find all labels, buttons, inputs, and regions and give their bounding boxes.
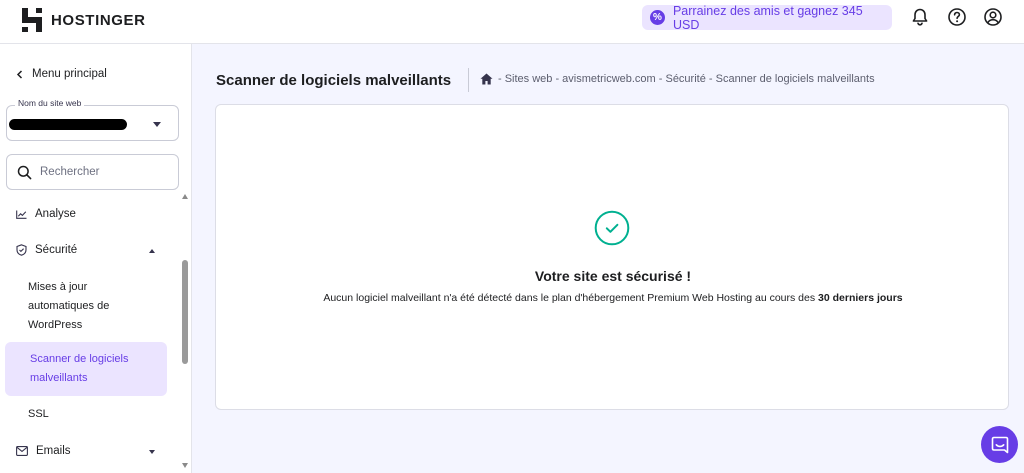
- sidebar-item-emails[interactable]: Emails: [16, 445, 71, 457]
- help-icon[interactable]: [947, 7, 967, 27]
- sidebar-subitem-wordpress-updates[interactable]: Mises à jour automatiques de WordPress: [28, 278, 109, 335]
- chat-icon: [991, 436, 1008, 453]
- sidebar-subitem-ssl[interactable]: SSL: [28, 405, 49, 424]
- referral-text: Parrainez des amis et gagnez 345 USD: [672, 3, 863, 32]
- subitem-label-line: Scanner de logiciels: [30, 353, 129, 365]
- bell-icon[interactable]: [910, 7, 930, 27]
- subitem-label: Scanner de logiciels malveillants: [30, 350, 128, 388]
- sidebar: Menu principal Nom du site web Analyse S…: [0, 44, 192, 473]
- shield-icon: [16, 244, 27, 256]
- sidebar-item-label: Analyse: [35, 208, 76, 220]
- scroll-down-arrow-icon[interactable]: [182, 463, 188, 468]
- caret-down-icon: [153, 122, 161, 127]
- scrollbar-thumb[interactable]: [182, 260, 188, 364]
- sidebar-item-securite[interactable]: Sécurité: [16, 244, 77, 256]
- percent-badge-icon: %: [650, 10, 665, 25]
- hostinger-logo-icon: [22, 8, 42, 32]
- chevron-left-icon: [16, 69, 23, 79]
- back-link-label: Menu principal: [32, 68, 107, 80]
- brand-logo[interactable]: HOSTINGER: [22, 8, 146, 32]
- title-divider: [468, 68, 469, 92]
- top-bar: HOSTINGER % Parrainez des amis et gagnez…: [0, 0, 1024, 44]
- sidebar-scrollbar[interactable]: [182, 194, 188, 468]
- scan-status-text: Aucun logiciel malveillant n'a été détec…: [323, 292, 816, 304]
- redacted-site-name: [9, 119, 127, 130]
- sidebar-item-label: Emails: [36, 445, 71, 457]
- sidebar-item-label: Sécurité: [35, 244, 78, 256]
- caret-up-icon[interactable]: [149, 249, 155, 253]
- subitem-label-line: automatiques de: [28, 300, 110, 312]
- mail-icon: [16, 446, 28, 456]
- chat-support-button[interactable]: [981, 426, 1018, 463]
- page-title: Scanner de logiciels malveillants: [216, 72, 452, 89]
- subitem-label-line: malveillants: [30, 372, 88, 384]
- website-select[interactable]: Nom du site web: [6, 98, 179, 141]
- brand-name: HOSTINGER: [51, 11, 146, 29]
- scan-period: 30 derniers jours: [818, 292, 903, 304]
- caret-down-icon[interactable]: [149, 450, 155, 454]
- back-to-main-menu-link[interactable]: Menu principal: [16, 68, 107, 80]
- scan-result-card: Votre site est sécurisé ! Aucun logiciel…: [215, 104, 1009, 410]
- subitem-label: SSL: [28, 408, 49, 420]
- referral-banner[interactable]: % Parrainez des amis et gagnez 345 USD: [642, 3, 892, 32]
- check-circle-icon: [594, 210, 630, 246]
- home-icon[interactable]: [480, 73, 493, 85]
- subitem-label-line: WordPress: [28, 319, 83, 331]
- scan-status-description: Aucun logiciel malveillant n'a été détec…: [216, 292, 1010, 304]
- chart-line-icon: [16, 210, 27, 219]
- scan-status-title: Votre site est sécurisé !: [534, 268, 692, 284]
- search-icon: [17, 165, 32, 179]
- scroll-up-arrow-icon[interactable]: [182, 194, 188, 199]
- account-icon[interactable]: [983, 7, 1003, 27]
- sidebar-subitem-malware-scanner[interactable]: Scanner de logiciels malveillants: [5, 342, 167, 396]
- breadcrumb: - Sites web - avismetricweb.com - Sécuri…: [480, 73, 875, 85]
- breadcrumb-path[interactable]: - Sites web - avismetricweb.com - Sécuri…: [498, 73, 875, 85]
- search-input[interactable]: [40, 166, 160, 178]
- subitem-label-line: Mises à jour: [28, 281, 88, 293]
- sidebar-search[interactable]: [6, 154, 179, 190]
- sidebar-item-analyse[interactable]: Analyse: [16, 208, 76, 220]
- website-select-label: Nom du site web: [15, 98, 85, 108]
